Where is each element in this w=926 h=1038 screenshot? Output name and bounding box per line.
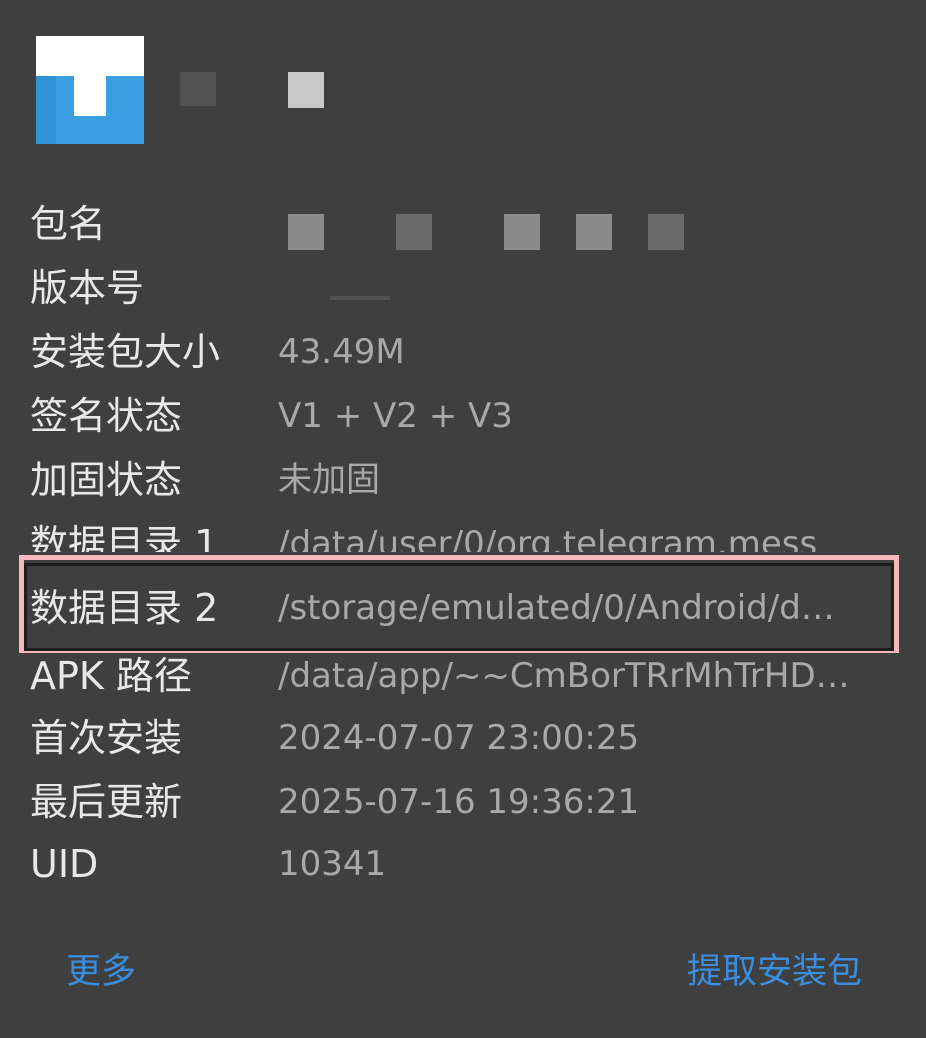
app-info-dialog: 包名 版本号 安装包大小 43.49M 签名状态 V1 + V2 + V3 加固… bbox=[0, 0, 926, 1038]
app-icon-shape-side bbox=[36, 76, 56, 144]
info-label-data-dir-1: 数据目录 1 bbox=[30, 522, 219, 552]
highlight-annotation-inner bbox=[24, 563, 894, 651]
info-label-apk-path: APK 路径 bbox=[30, 654, 192, 698]
info-label-package: 包名 bbox=[30, 202, 107, 246]
info-label-hardening: 加固状态 bbox=[30, 458, 183, 502]
info-value-signature: V1 + V2 + V3 bbox=[278, 396, 513, 436]
app-icon-shape-stem bbox=[74, 76, 106, 116]
info-value-size: 43.49M bbox=[278, 332, 405, 372]
info-value-hardening: 未加固 bbox=[278, 460, 380, 500]
info-row-signature: 签名状态 V1 + V2 + V3 bbox=[0, 384, 926, 448]
info-row-package: 包名 bbox=[0, 192, 926, 256]
info-row-apk-path: APK 路径 /data/app/~~CmBorTRrMhTrHD… bbox=[0, 644, 926, 708]
info-row-size: 安装包大小 43.49M bbox=[0, 320, 926, 384]
info-row-version: 版本号 bbox=[0, 256, 926, 320]
app-icon-shape-top bbox=[36, 36, 144, 76]
info-label-uid: UID bbox=[30, 842, 99, 886]
info-value-first-install: 2024-07-07 23:00:25 bbox=[278, 718, 640, 758]
info-row-last-update: 最后更新 2025-07-16 19:36:21 bbox=[0, 770, 926, 834]
info-label-size: 安装包大小 bbox=[30, 330, 221, 374]
info-value-data-dir-1: /data/user/0/org.telegram.mess bbox=[278, 524, 818, 552]
info-row-uid: UID 10341 bbox=[0, 832, 926, 896]
info-label-last-update: 最后更新 bbox=[30, 780, 183, 824]
extract-apk-button[interactable]: 提取安装包 bbox=[687, 940, 862, 1004]
info-label-first-install: 首次安装 bbox=[30, 716, 183, 760]
info-label-version: 版本号 bbox=[30, 266, 145, 310]
more-button[interactable]: 更多 bbox=[66, 940, 136, 1004]
info-value-apk-path: /data/app/~~CmBorTRrMhTrHD… bbox=[278, 656, 850, 696]
info-value-uid: 10341 bbox=[278, 844, 387, 884]
info-value-last-update: 2025-07-16 19:36:21 bbox=[278, 782, 640, 822]
info-row-first-install: 首次安装 2024-07-07 23:00:25 bbox=[0, 706, 926, 770]
info-row-data-dir-1: 数据目录 1 /data/user/0/org.telegram.mess bbox=[0, 512, 926, 552]
info-row-hardening: 加固状态 未加固 bbox=[0, 448, 926, 512]
info-label-signature: 签名状态 bbox=[30, 394, 183, 438]
app-icon bbox=[36, 36, 144, 144]
